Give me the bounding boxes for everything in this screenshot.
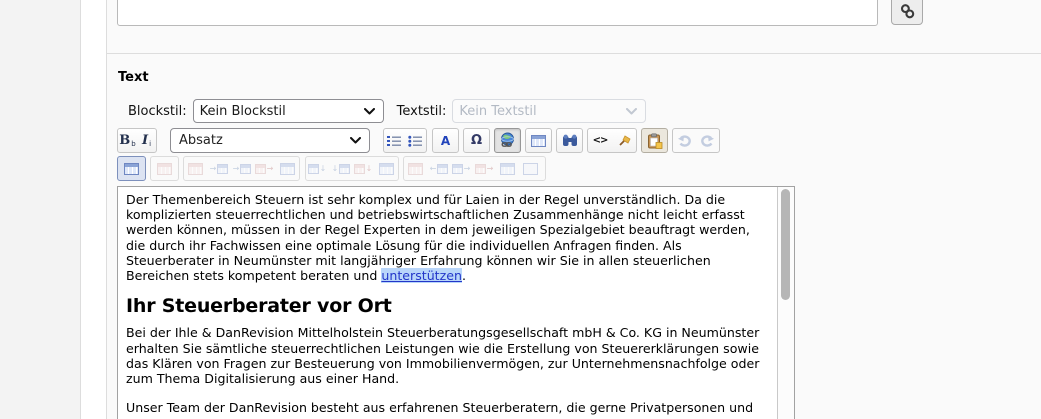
undo-icon bbox=[677, 134, 692, 147]
bold-button[interactable]: B b bbox=[118, 129, 137, 152]
delete-col-button: ↓ bbox=[352, 157, 375, 180]
ordered-list-icon bbox=[387, 135, 402, 147]
undo-button bbox=[673, 129, 696, 152]
url-input[interactable] bbox=[117, 0, 878, 26]
cell-insert-after-button: → bbox=[450, 157, 473, 180]
table-properties-button bbox=[151, 157, 178, 180]
chain-link-icon bbox=[899, 3, 916, 20]
paragraph-format-select[interactable]: Absatz bbox=[170, 128, 370, 153]
col-properties-button bbox=[375, 157, 398, 180]
blockstil-label: Blockstil: bbox=[128, 104, 187, 119]
table-properties-icon bbox=[157, 163, 172, 175]
italic-icon: I bbox=[142, 134, 148, 147]
blockstil-value: Kein Blockstil bbox=[200, 104, 286, 119]
paragraph-format-value: Absatz bbox=[179, 133, 223, 148]
insert-col-before-icon bbox=[308, 164, 319, 174]
insert-link-button[interactable] bbox=[891, 0, 923, 25]
split-cell-button bbox=[519, 157, 542, 180]
editor-heading: Ihr Steuerberater vor Ort bbox=[126, 299, 769, 314]
ordered-list-button[interactable] bbox=[384, 129, 405, 152]
insert-link-globe-button[interactable] bbox=[494, 128, 521, 153]
cell-insert-before-icon bbox=[437, 164, 448, 174]
unordered-list-button[interactable] bbox=[405, 129, 426, 152]
merge-cells-button bbox=[404, 157, 427, 180]
editor-content[interactable]: Der Themenbereich Steuern ist sehr kompl… bbox=[118, 187, 777, 419]
cell-insert-after-icon bbox=[452, 164, 463, 174]
merge-table-cells-icon bbox=[500, 163, 515, 175]
source-code-button[interactable]: <> bbox=[588, 129, 612, 152]
broom-icon bbox=[617, 134, 632, 148]
insert-row-before-button: → bbox=[207, 157, 230, 180]
unordered-list-icon bbox=[408, 135, 423, 147]
cell-properties-button bbox=[184, 157, 207, 180]
special-character-button[interactable]: Ω bbox=[463, 128, 490, 153]
field-label-text: Text bbox=[118, 70, 149, 85]
textstil-value: Kein Textstil bbox=[459, 104, 536, 119]
blockstil-select[interactable]: Kein Blockstil bbox=[193, 99, 384, 123]
chevron-down-icon bbox=[350, 137, 361, 144]
insert-row-after-icon bbox=[240, 164, 251, 174]
font-color-button[interactable]: A bbox=[432, 128, 459, 153]
paste-button[interactable] bbox=[641, 128, 668, 153]
insert-table-button-2[interactable] bbox=[118, 157, 145, 180]
insert-col-after-button: ↓ bbox=[329, 157, 352, 180]
editor-link-unterstuetzen[interactable]: unterstützen bbox=[381, 268, 462, 283]
clipboard-paste-icon bbox=[647, 133, 663, 149]
textstil-select: Kein Textstil bbox=[452, 99, 646, 123]
cms-editor-panel: Text Blockstil: Kein Blockstil Textstil:… bbox=[0, 0, 1041, 419]
delete-col-icon bbox=[354, 164, 365, 174]
redo-icon bbox=[700, 134, 715, 147]
rich-text-editor[interactable]: Der Themenbereich Steuern ist sehr kompl… bbox=[117, 186, 795, 419]
col-properties-icon bbox=[379, 163, 394, 175]
insert-col-after-icon bbox=[339, 164, 350, 174]
chevron-down-icon-disabled bbox=[626, 108, 637, 115]
insert-table-button[interactable] bbox=[525, 128, 552, 153]
editor-scrollbar-thumb[interactable] bbox=[781, 189, 790, 300]
insert-row-before-icon bbox=[217, 164, 228, 174]
find-replace-button[interactable] bbox=[556, 128, 583, 153]
textstil-label: Textstil: bbox=[397, 104, 447, 119]
row-properties-icon bbox=[280, 163, 295, 175]
delete-cell-button: → bbox=[473, 157, 496, 180]
font-color-icon: A bbox=[441, 135, 450, 147]
redo-button bbox=[696, 129, 719, 152]
table-icon bbox=[531, 135, 546, 147]
page-left-gutter bbox=[0, 0, 81, 419]
omega-icon: Ω bbox=[471, 134, 482, 147]
cell-properties-icon bbox=[188, 163, 203, 175]
editor-paragraph-1: Der Themenbereich Steuern ist sehr kompl… bbox=[126, 192, 769, 283]
merge-table-cells-button bbox=[496, 157, 519, 180]
bold-icon: B bbox=[119, 134, 130, 147]
delete-row-button: → bbox=[253, 157, 276, 180]
delete-cell-icon bbox=[475, 164, 486, 174]
row-properties-button bbox=[276, 157, 299, 180]
insert-row-after-button: → bbox=[230, 157, 253, 180]
cleanup-button[interactable] bbox=[612, 129, 636, 152]
code-icon: <> bbox=[593, 136, 608, 146]
merge-cells-icon bbox=[408, 163, 423, 175]
editor-paragraph-3: Unser Team der DanRevision besteht aus e… bbox=[126, 400, 769, 415]
card-edge-strip bbox=[81, 0, 107, 419]
editor-paragraph-2: Bei der Ihle & DanRevision Mittelholstei… bbox=[126, 325, 769, 386]
binoculars-icon bbox=[562, 134, 578, 147]
cell-insert-before-button: ← bbox=[427, 157, 450, 180]
italic-button[interactable]: I i bbox=[137, 129, 156, 152]
split-cell-icon bbox=[523, 163, 538, 175]
chevron-down-icon bbox=[364, 108, 375, 115]
insert-col-before-button: ↓ bbox=[306, 157, 329, 180]
globe-link-icon bbox=[499, 132, 516, 149]
editor-scrollbar[interactable] bbox=[777, 187, 794, 419]
section-divider bbox=[107, 53, 1041, 54]
table-icon bbox=[124, 163, 139, 175]
delete-row-icon bbox=[255, 164, 266, 174]
